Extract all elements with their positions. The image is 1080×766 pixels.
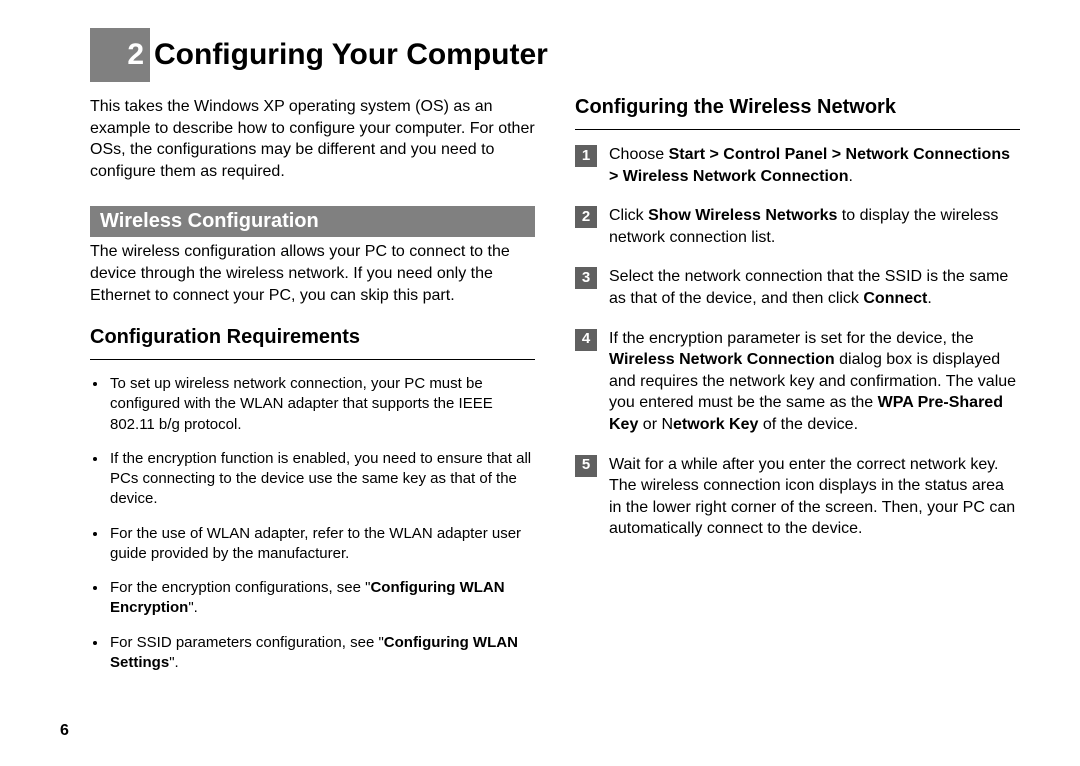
- text: or N: [638, 416, 673, 433]
- list-item: For the encryption configurations, see "…: [108, 578, 535, 619]
- step-text: Select the network connection that the S…: [609, 266, 1020, 309]
- subheading-wrap-config-req: Configuration Requirements: [90, 326, 535, 360]
- text: Select the network connection that the S…: [609, 268, 1008, 307]
- chapter-title: Configuring Your Computer: [154, 38, 548, 72]
- step-number-box: 2: [575, 206, 597, 228]
- text: For SSID parameters configuration, see ": [110, 634, 384, 651]
- document-page: 2 Configuring Your Computer This takes t…: [0, 0, 1080, 766]
- bold-text: Start > Control Panel > Network Connecti…: [609, 146, 1010, 185]
- chapter-number: 2: [127, 38, 144, 72]
- text: .: [848, 168, 852, 185]
- bold-text: etwork Key: [673, 416, 758, 433]
- step-number-box: 3: [575, 267, 597, 289]
- step-number-box: 4: [575, 329, 597, 351]
- intro-paragraph: This takes the Windows XP operating syst…: [90, 96, 535, 182]
- page-number: 6: [60, 722, 69, 740]
- bold-text: Show Wireless Networks: [648, 207, 837, 224]
- step-text: Click Show Wireless Networks to display …: [609, 205, 1020, 248]
- subheading-wrap-config-net: Configuring the Wireless Network: [575, 96, 1020, 130]
- text: If the encryption parameter is set for t…: [609, 330, 974, 347]
- step-text: Choose Start > Control Panel > Network C…: [609, 144, 1020, 187]
- text: .: [927, 290, 931, 307]
- bold-text: Connect: [863, 290, 927, 307]
- left-column: This takes the Windows XP operating syst…: [90, 96, 535, 687]
- step-number-box: 5: [575, 455, 597, 477]
- list-item: To set up wireless network connection, y…: [108, 374, 535, 435]
- step-item: 5 Wait for a while after you enter the c…: [575, 454, 1020, 540]
- two-column-layout: This takes the Windows XP operating syst…: [90, 96, 1020, 687]
- subheading-config-req: Configuration Requirements: [90, 326, 535, 349]
- text: For the encryption configurations, see ": [110, 579, 370, 596]
- subheading-config-net: Configuring the Wireless Network: [575, 96, 1020, 119]
- config-req-list: To set up wireless network connection, y…: [90, 374, 535, 673]
- step-number-box: 1: [575, 145, 597, 167]
- section-heading-wireless-config: Wireless Configuration: [90, 206, 535, 237]
- bold-text: Wireless Network Connection: [609, 351, 835, 368]
- text: Click: [609, 207, 648, 224]
- chapter-number-box: 2: [90, 28, 150, 82]
- text: of the device.: [758, 416, 858, 433]
- steps-list: 1 Choose Start > Control Panel > Network…: [575, 144, 1020, 540]
- list-item: For SSID parameters configuration, see "…: [108, 633, 535, 674]
- text: ".: [188, 599, 198, 616]
- list-item: If the encryption function is enabled, y…: [108, 449, 535, 510]
- step-item: 1 Choose Start > Control Panel > Network…: [575, 144, 1020, 187]
- chapter-header: 2 Configuring Your Computer: [90, 28, 1020, 82]
- text: Choose: [609, 146, 669, 163]
- step-item: 2 Click Show Wireless Networks to displa…: [575, 205, 1020, 248]
- step-text: Wait for a while after you enter the cor…: [609, 454, 1020, 540]
- text: ".: [169, 654, 179, 671]
- wireless-config-desc: The wireless configuration allows your P…: [90, 241, 535, 306]
- step-text: If the encryption parameter is set for t…: [609, 328, 1020, 436]
- right-column: Configuring the Wireless Network 1 Choos…: [575, 96, 1020, 687]
- step-item: 3 Select the network connection that the…: [575, 266, 1020, 309]
- list-item: For the use of WLAN adapter, refer to th…: [108, 524, 535, 565]
- step-item: 4 If the encryption parameter is set for…: [575, 328, 1020, 436]
